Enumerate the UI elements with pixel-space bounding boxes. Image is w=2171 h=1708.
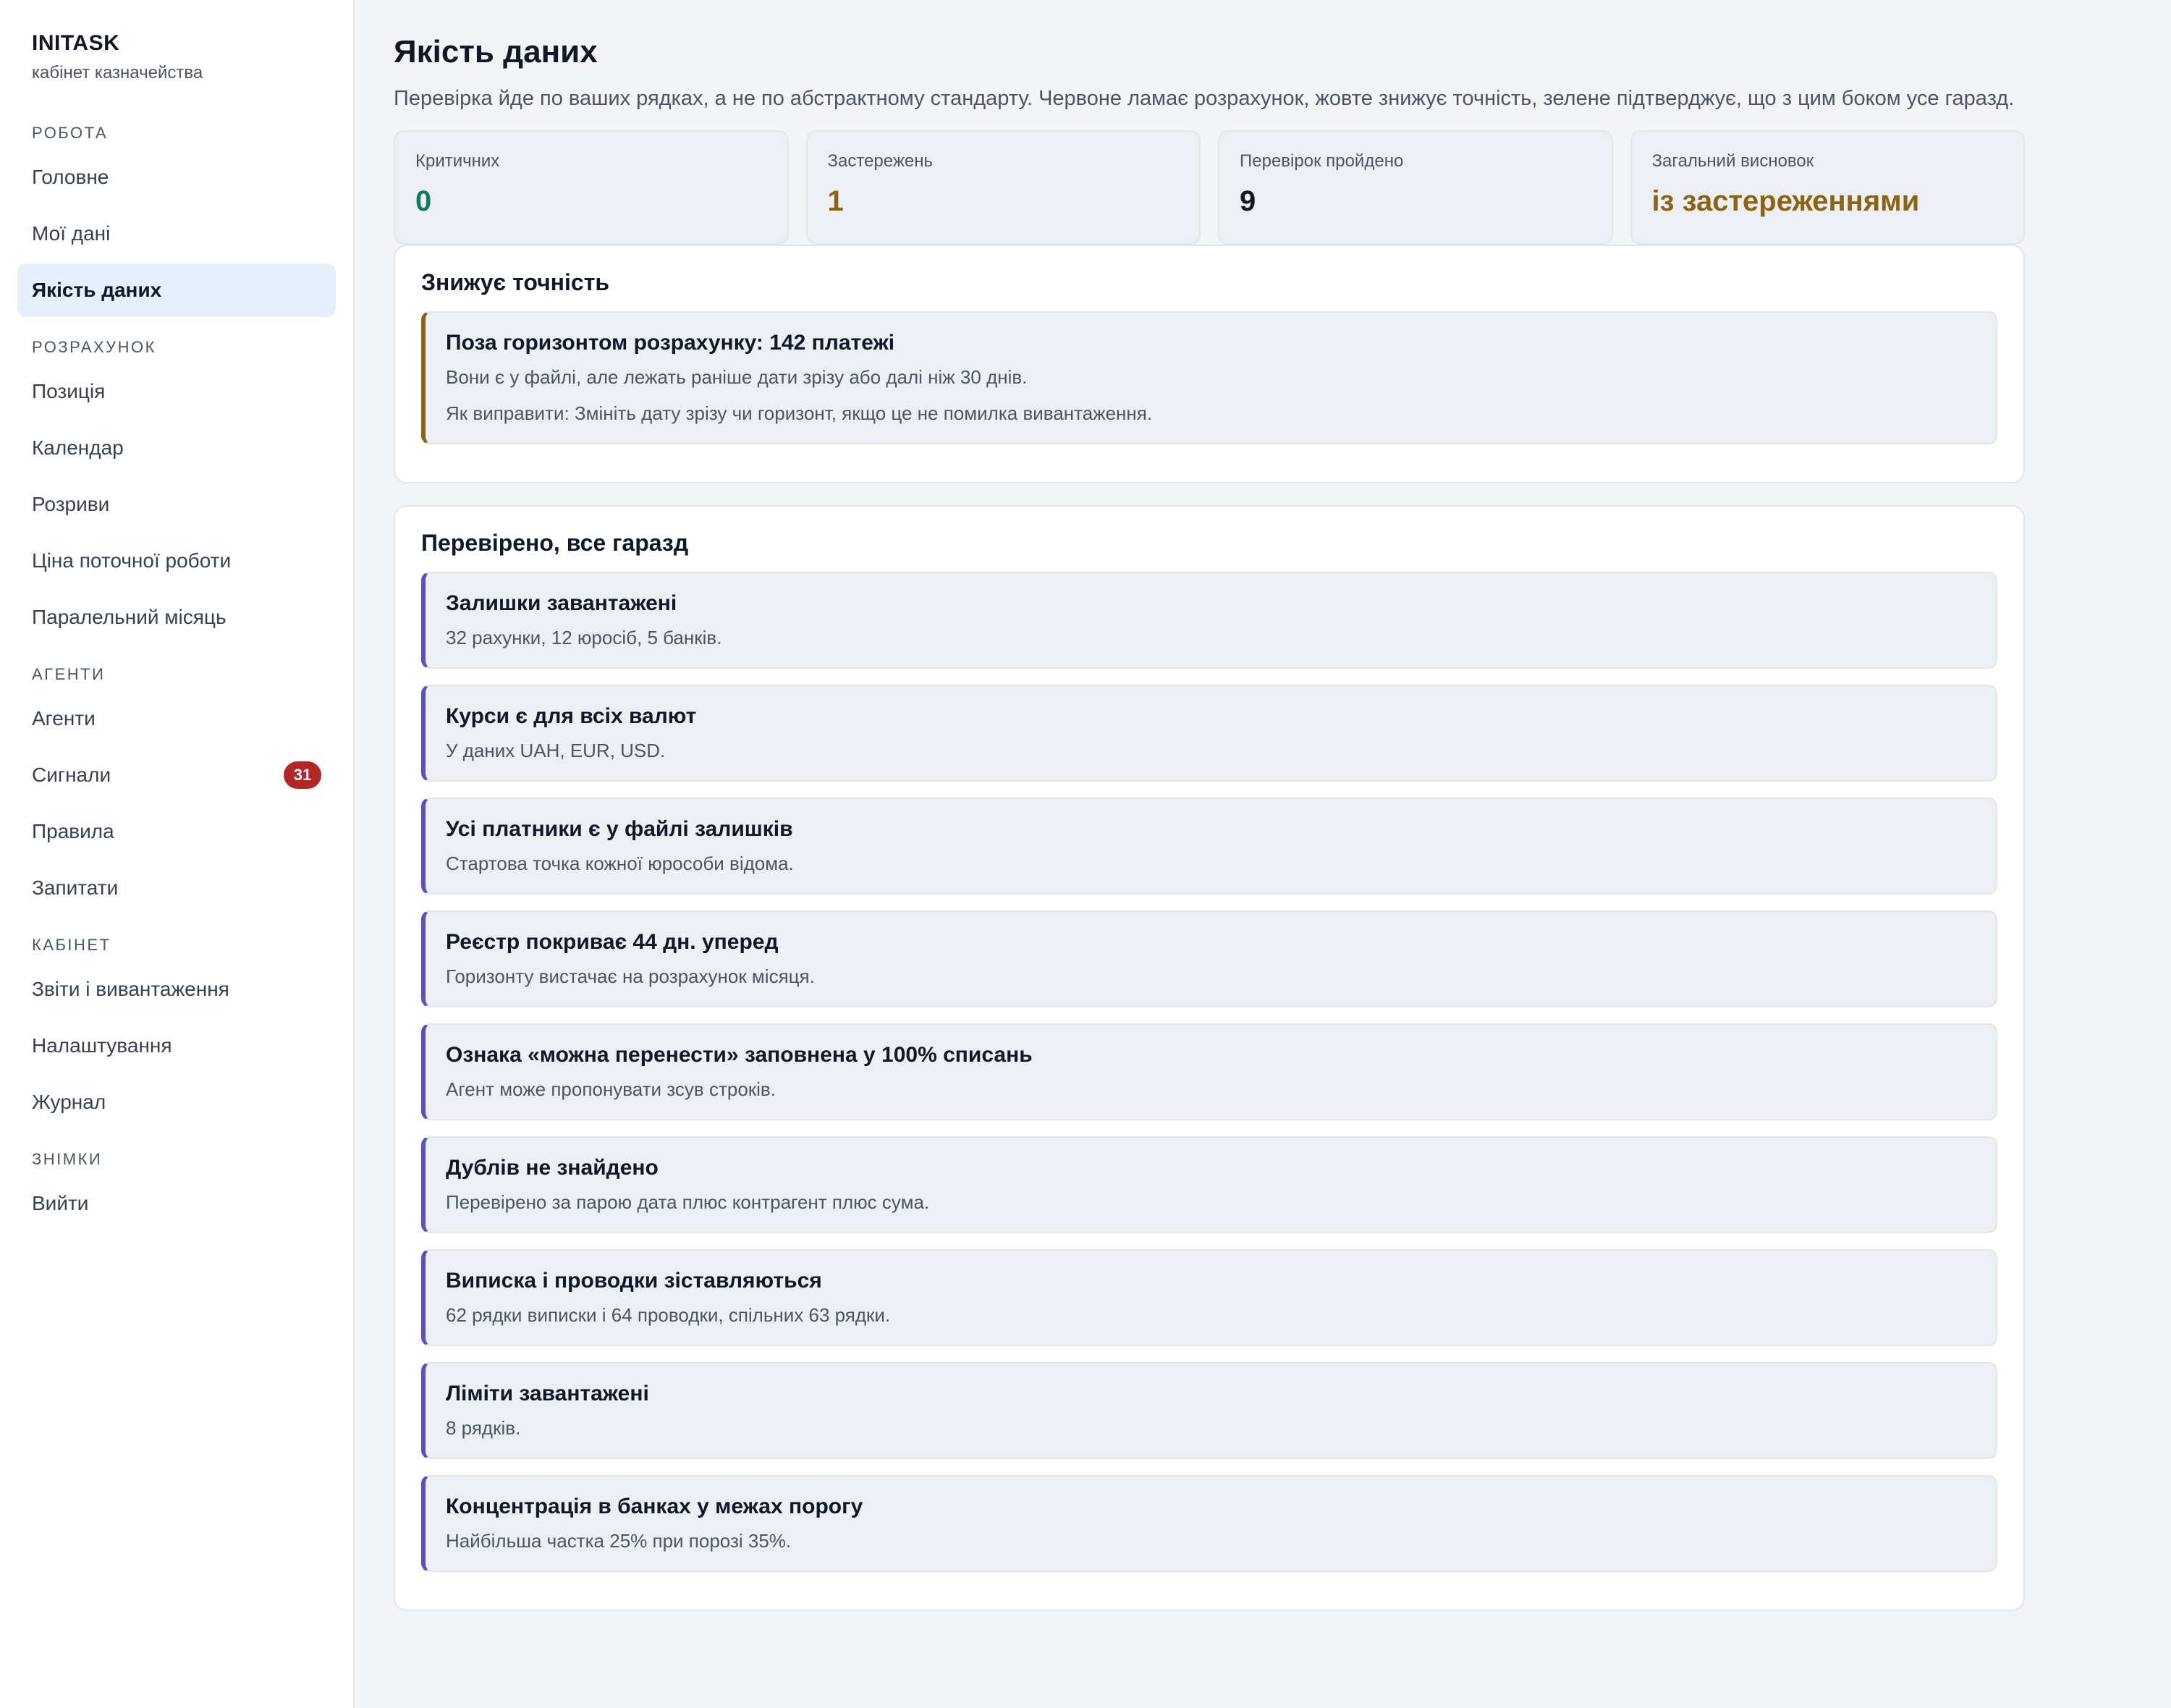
nav-section-robota: РОБОТА xyxy=(32,124,108,142)
check-text: Перевірено за парою дата плюс контрагент… xyxy=(446,1191,930,1213)
stat-label: Загальний висновок xyxy=(1651,151,1814,171)
sidebar-item-cost-of-work[interactable]: Ціна поточної роботи xyxy=(17,534,336,588)
sidebar-item-my-data[interactable]: Мої дані xyxy=(17,207,336,261)
check-title: Концентрація в банках у межах порогу xyxy=(446,1494,863,1518)
brand: INITASK кабінет казначейства xyxy=(17,29,336,84)
nav-section-snapshots: ЗНІМКИ xyxy=(32,1150,103,1168)
sidebar-item-calendar[interactable]: Календар xyxy=(17,421,336,475)
brand-name: INITASK xyxy=(32,31,120,55)
sidebar-item-label: Розриви xyxy=(32,493,110,515)
check-text: Горизонту вистачає на розрахунок місяця. xyxy=(446,965,815,987)
nav-section-rozrakhunok: РОЗРАХУНОК xyxy=(32,338,156,356)
stat-label: Критичних xyxy=(415,151,500,171)
sidebar-item-rules[interactable]: Правила xyxy=(17,805,336,858)
sidebar: INITASK кабінет казначейства РОБОТА Голо… xyxy=(0,0,355,1708)
check-title: Усі платники є у файлі залишків xyxy=(446,817,793,841)
sidebar-item-journal[interactable]: Журнал xyxy=(17,1075,336,1129)
sidebar-item-label: Запитати xyxy=(32,876,119,899)
sidebar-item-label: Сигнали xyxy=(32,764,111,786)
check-text: У даних UAH, EUR, USD. xyxy=(446,740,666,761)
check-item: Дублів не знайдено Перевірено за парою д… xyxy=(421,1136,1997,1233)
nav-section-agents: АГЕНТИ xyxy=(32,665,106,683)
check-text: Стартова точка кожної юрособи відома. xyxy=(446,853,794,874)
sidebar-item-label: Календар xyxy=(32,436,124,459)
page-title: Якість даних xyxy=(394,34,598,69)
main-content: Якість даних Перевірка йде по ваших рядк… xyxy=(355,0,2171,1708)
sidebar-item-agents[interactable]: Агенти xyxy=(17,692,336,745)
card-title: Перевірено, все гаразд xyxy=(421,530,689,556)
stat-value: 0 xyxy=(415,185,432,217)
check-text: 32 рахунки, 12 юросіб, 5 банків. xyxy=(446,627,722,648)
sidebar-item-ask[interactable]: Запитати xyxy=(17,861,336,915)
sidebar-item-parallel-month[interactable]: Паралельний місяць xyxy=(17,591,336,644)
check-title: Курси є для всіх валют xyxy=(446,704,697,728)
page-description: Перевірка йде по ваших рядках, а не по а… xyxy=(394,87,2015,110)
stat-overall: Загальний висновок із застереженнями xyxy=(1630,130,2025,245)
check-title: Ознака «можна перенести» заповнена у 100… xyxy=(446,1043,1033,1067)
check-item: Виписка і проводки зіставляються 62 рядк… xyxy=(421,1249,1997,1346)
stat-warnings: Застережень 1 xyxy=(805,130,1201,245)
stat-critical: Критичних 0 xyxy=(394,130,789,245)
sidebar-item-label: Мої дані xyxy=(32,222,111,245)
stat-passed: Перевірок пройдено 9 xyxy=(1218,130,1613,245)
stat-value: із застереженнями xyxy=(1651,185,1920,217)
warning-item: Поза горизонтом розрахунку: 142 платежі … xyxy=(421,311,1997,444)
sidebar-item-home[interactable]: Головне xyxy=(17,151,336,204)
check-text: 62 рядки виписки і 64 проводки, спільних… xyxy=(446,1304,891,1326)
brand-subtitle: кабінет казначейства xyxy=(32,63,203,83)
stat-label: Застережень xyxy=(827,151,934,171)
sidebar-item-position[interactable]: Позиція xyxy=(17,365,336,418)
sidebar-item-label: Налаштування xyxy=(32,1034,172,1057)
sidebar-item-label: Головне xyxy=(32,166,109,188)
summary-stats: Критичних 0 Застережень 1 Перевірок прой… xyxy=(394,130,2025,245)
sidebar-item-signals[interactable]: Сигнали 31 xyxy=(17,748,336,802)
stat-value: 9 xyxy=(1240,185,1256,217)
sidebar-item-settings[interactable]: Налаштування xyxy=(17,1019,336,1073)
stat-value: 1 xyxy=(827,185,844,217)
check-title: Ліміти завантажені xyxy=(446,1382,649,1405)
signals-count-badge: 31 xyxy=(284,761,321,789)
card-title: Знижує точність xyxy=(421,269,610,295)
check-title: Реєстр покриває 44 дн. уперед xyxy=(446,930,779,954)
sidebar-item-label: Якість даних xyxy=(32,279,162,301)
check-item: Ліміти завантажені 8 рядків. xyxy=(421,1362,1997,1459)
sidebar-item-logout[interactable]: Вийти xyxy=(17,1177,336,1230)
check-item: Курси є для всіх валют У даних UAH, EUR,… xyxy=(421,685,1997,782)
warning-fix: Як виправити: Змініть дату зрізу чи гори… xyxy=(446,402,1153,424)
check-title: Залишки завантажені xyxy=(446,591,677,615)
check-title: Дублів не знайдено xyxy=(446,1156,659,1180)
check-item: Концентрація в банках у межах порогу Най… xyxy=(421,1475,1997,1572)
check-item: Реєстр покриває 44 дн. уперед Горизонту … xyxy=(421,910,1997,1007)
sidebar-item-gaps[interactable]: Розриви xyxy=(17,478,336,531)
sidebar-item-label: Паралельний місяць xyxy=(32,606,227,628)
passed-card: Перевірено, все гаразд Залишки завантаже… xyxy=(394,505,2025,1611)
sidebar-item-label: Агенти xyxy=(32,707,96,730)
stat-label: Перевірок пройдено xyxy=(1240,151,1404,171)
sidebar-item-label: Звіти і вивантаження xyxy=(32,978,229,1000)
sidebar-item-label: Позиція xyxy=(32,380,106,402)
warnings-card: Знижує точність Поза горизонтом розрахун… xyxy=(394,245,2025,483)
sidebar-item-label: Ціна поточної роботи xyxy=(32,549,232,572)
sidebar-item-reports[interactable]: Звіти і вивантаження xyxy=(17,963,336,1016)
check-text: Найбільша частка 25% при порозі 35%. xyxy=(446,1530,792,1552)
check-item: Ознака «можна перенести» заповнена у 100… xyxy=(421,1023,1997,1120)
nav-section-cabinet: КАБІНЕТ xyxy=(32,936,111,954)
sidebar-item-label: Правила xyxy=(32,820,114,842)
sidebar-item-data-quality[interactable]: Якість даних xyxy=(17,263,336,317)
check-text: 8 рядків. xyxy=(446,1417,521,1439)
check-item: Усі платники є у файлі залишків Стартова… xyxy=(421,798,1997,895)
check-text: Агент може пропонувати зсув строків. xyxy=(446,1078,776,1100)
warning-text: Вони є у файлі, але лежать раніше дати з… xyxy=(446,366,1028,388)
sidebar-item-label: Вийти xyxy=(32,1192,89,1214)
app-shell: INITASK кабінет казначейства РОБОТА Голо… xyxy=(0,0,2171,1708)
sidebar-item-label: Журнал xyxy=(32,1091,106,1113)
check-item: Залишки завантажені 32 рахунки, 12 юросі… xyxy=(421,572,1997,669)
check-title: Виписка і проводки зіставляються xyxy=(446,1269,822,1293)
warning-title: Поза горизонтом розрахунку: 142 платежі xyxy=(446,331,895,355)
